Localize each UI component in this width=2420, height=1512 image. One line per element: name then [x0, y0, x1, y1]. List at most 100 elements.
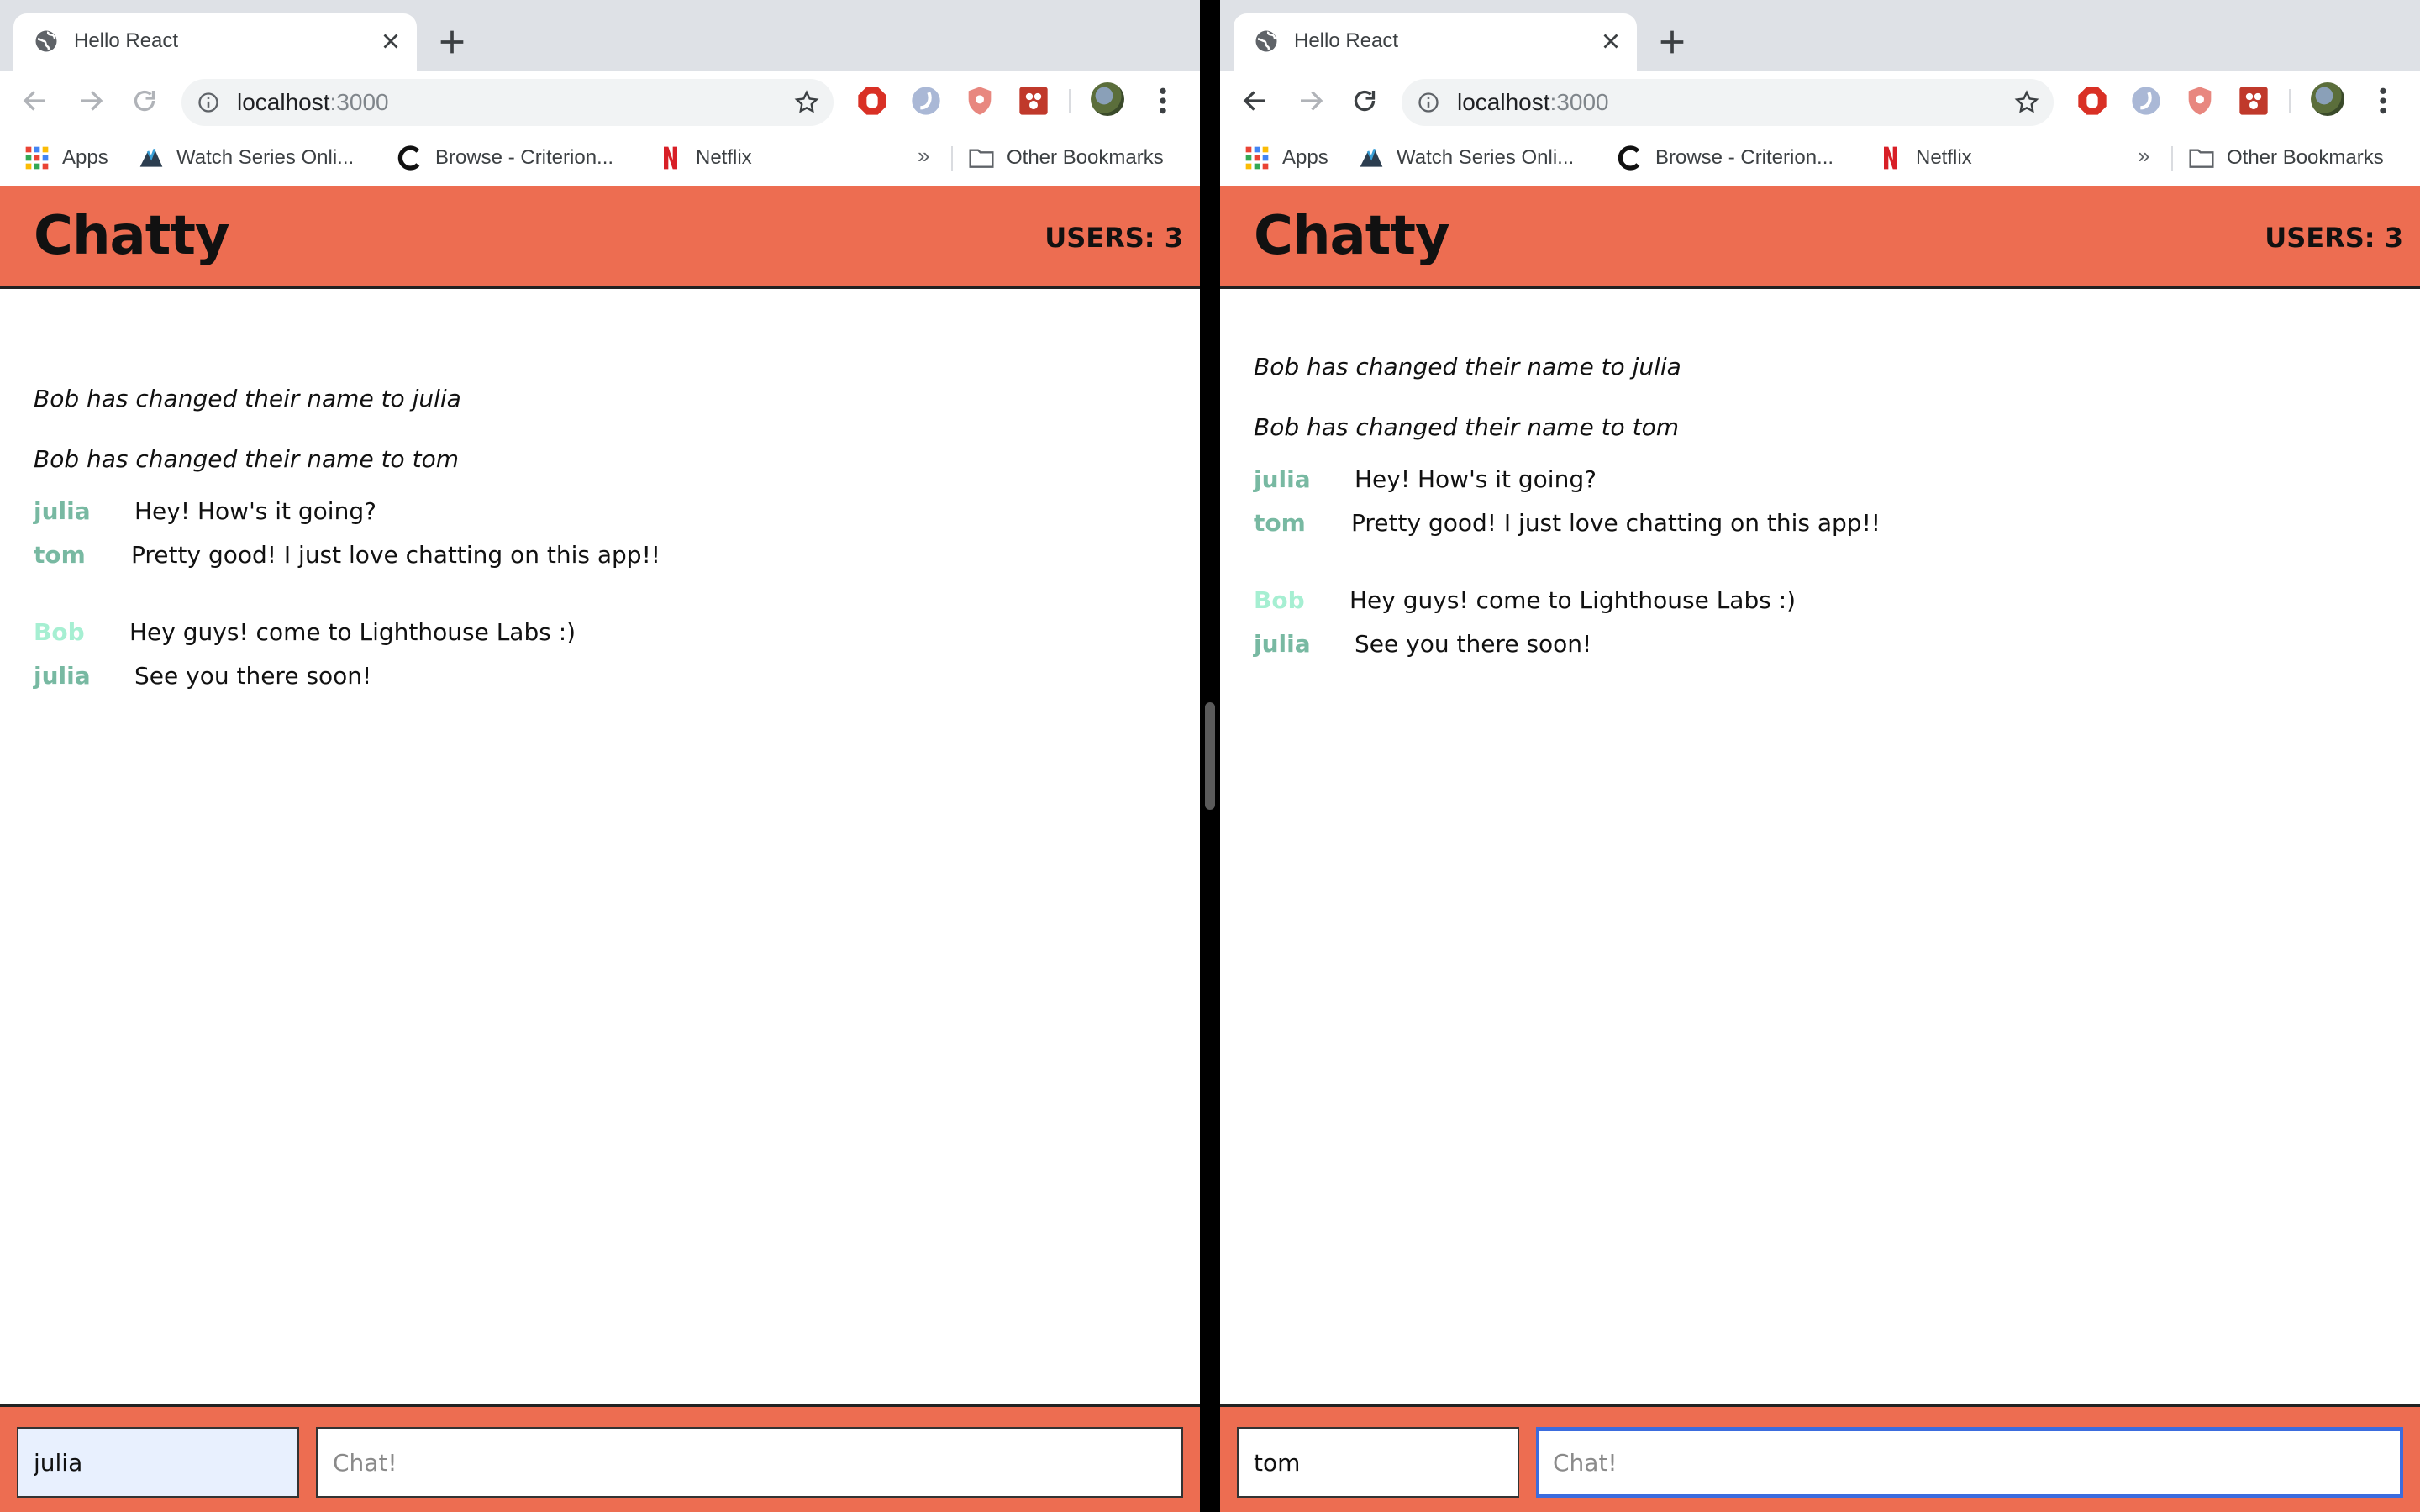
bookmarks-overflow-chevron[interactable]: »: [918, 143, 929, 169]
netflix-icon: [1884, 146, 1897, 170]
profile-avatar[interactable]: [1091, 82, 1124, 116]
bookmarks-overflow-chevron[interactable]: »: [2138, 143, 2149, 169]
system-notification: Bob has changed their name to tom: [1254, 413, 1679, 441]
message-username: julia: [1254, 465, 1311, 493]
paw-extension-icon[interactable]: [2237, 84, 2270, 118]
chatty-navbar: Chatty USERS: 3: [0, 186, 1200, 289]
message-username: tom: [1254, 509, 1306, 537]
message-list: Bob has changed their name to julia Bob …: [34, 289, 1176, 1404]
reload-icon[interactable]: [129, 86, 160, 116]
forward-arrow-icon[interactable]: [76, 86, 106, 116]
more-menu-icon[interactable]: [1150, 84, 1176, 118]
watch-series-icon: [1360, 148, 1383, 167]
bookmark-netflix[interactable]: Netflix: [1877, 143, 1972, 173]
bookmark-netflix[interactable]: Netflix: [657, 143, 752, 173]
browser-toolbar: localhost:3000: [1220, 71, 2420, 131]
bookmark-watch-series[interactable]: Watch Series Onli...: [1358, 143, 1574, 173]
criterion-icon: [1618, 145, 1640, 171]
toolbar-separator: [2289, 89, 2291, 113]
new-tab-plus-icon[interactable]: [435, 25, 469, 59]
profile-avatar[interactable]: [2311, 82, 2344, 116]
message-content: See you there soon!: [1355, 630, 1592, 658]
back-arrow-icon[interactable]: [20, 86, 50, 116]
chat-bar: [1220, 1404, 2420, 1512]
bookmark-apps[interactable]: Apps: [24, 143, 108, 173]
shield-icon[interactable]: [2183, 84, 2217, 118]
username-input[interactable]: [17, 1427, 299, 1498]
apps-grid-icon: [25, 146, 49, 170]
more-menu-icon[interactable]: [2370, 84, 2396, 118]
globe-icon: [1255, 30, 1277, 52]
message-content: See you there soon!: [134, 662, 372, 690]
adblock-stop-icon[interactable]: [2075, 84, 2109, 118]
system-notification: Bob has changed their name to julia: [34, 385, 461, 412]
chatty-navbar: Chatty USERS: 3: [1220, 186, 2420, 289]
bookmark-criterion[interactable]: Browse - Criterion...: [1617, 143, 1833, 173]
system-notification: Bob has changed their name to tom: [34, 445, 459, 473]
split-resize-handle[interactable]: [1205, 702, 1215, 810]
user-count: USERS: 3: [2265, 222, 2403, 254]
username-input[interactable]: [1237, 1427, 1519, 1498]
message-username: julia: [34, 497, 91, 525]
chat-bar: [0, 1404, 1200, 1512]
brand-title[interactable]: Chatty: [1254, 205, 1450, 267]
globe-icon: [35, 30, 57, 52]
browser-window-right: Hello React localhost:3000 Apps Watch Se…: [1220, 0, 2420, 1512]
bookmark-apps[interactable]: Apps: [1244, 143, 1328, 173]
extension-swirl-icon[interactable]: [909, 84, 943, 118]
bookmarks-bar: Apps Watch Series Onli... Browse - Crite…: [1220, 131, 2420, 186]
brand-title[interactable]: Chatty: [34, 205, 230, 267]
browser-window-left: Hello React localhost:3000 Apps Watch Se…: [0, 0, 1200, 1512]
info-icon[interactable]: [197, 91, 220, 114]
close-icon[interactable]: [378, 29, 403, 54]
message-content: Hey guys! come to Lighthouse Labs :): [129, 618, 576, 646]
address-bar[interactable]: localhost:3000: [182, 79, 834, 126]
folder-icon: [2189, 149, 2214, 168]
close-icon[interactable]: [1598, 29, 1623, 54]
tab-title: Hello React: [74, 29, 179, 52]
browser-toolbar: localhost:3000: [0, 71, 1200, 131]
tab-title: Hello React: [1294, 29, 1399, 52]
forward-arrow-icon[interactable]: [1296, 86, 1326, 116]
message-username: tom: [34, 541, 86, 569]
address-bar[interactable]: localhost:3000: [1402, 79, 2054, 126]
back-arrow-icon[interactable]: [1240, 86, 1270, 116]
toolbar-separator: [1069, 89, 1071, 113]
chat-message-input[interactable]: [1536, 1427, 2403, 1498]
bookmarks-separator: [2171, 146, 2173, 171]
netflix-icon: [664, 146, 677, 170]
url-text: localhost:3000: [1457, 89, 1609, 115]
extension-swirl-icon[interactable]: [2129, 84, 2163, 118]
apps-grid-icon: [1245, 146, 1269, 170]
message-username: Bob: [34, 618, 85, 646]
bookmark-star-icon[interactable]: [2013, 89, 2040, 116]
chat-message-input[interactable]: [316, 1427, 1183, 1498]
bookmark-criterion[interactable]: Browse - Criterion...: [397, 143, 613, 173]
bookmark-other[interactable]: Other Bookmarks: [968, 143, 1164, 173]
paw-extension-icon[interactable]: [1017, 84, 1050, 118]
user-count: USERS: 3: [1044, 222, 1183, 254]
bookmark-star-icon[interactable]: [793, 89, 820, 116]
bookmarks-separator: [951, 146, 953, 171]
watch-series-icon: [139, 148, 163, 167]
message-content: Hey guys! come to Lighthouse Labs :): [1349, 586, 1797, 614]
criterion-icon: [397, 145, 420, 171]
message-content: Hey! How's it going?: [134, 497, 376, 525]
reload-icon[interactable]: [1349, 86, 1380, 116]
message-username: julia: [34, 662, 91, 690]
bookmark-watch-series[interactable]: Watch Series Onli...: [138, 143, 354, 173]
adblock-stop-icon[interactable]: [855, 84, 889, 118]
folder-icon: [969, 149, 994, 168]
url-text: localhost:3000: [237, 89, 389, 115]
bookmark-other[interactable]: Other Bookmarks: [2188, 143, 2384, 173]
shield-icon[interactable]: [963, 84, 997, 118]
message-content: Hey! How's it going?: [1355, 465, 1597, 493]
tab-hello-react[interactable]: Hello React: [13, 13, 417, 71]
tab-hello-react[interactable]: Hello React: [1234, 13, 1637, 71]
message-content: Pretty good! I just love chatting on thi…: [131, 541, 661, 569]
new-tab-plus-icon[interactable]: [1655, 25, 1689, 59]
message-username: julia: [1254, 630, 1311, 658]
info-icon[interactable]: [1417, 91, 1440, 114]
tab-strip: Hello React: [1220, 0, 2420, 71]
system-notification: Bob has changed their name to julia: [1254, 353, 1681, 381]
